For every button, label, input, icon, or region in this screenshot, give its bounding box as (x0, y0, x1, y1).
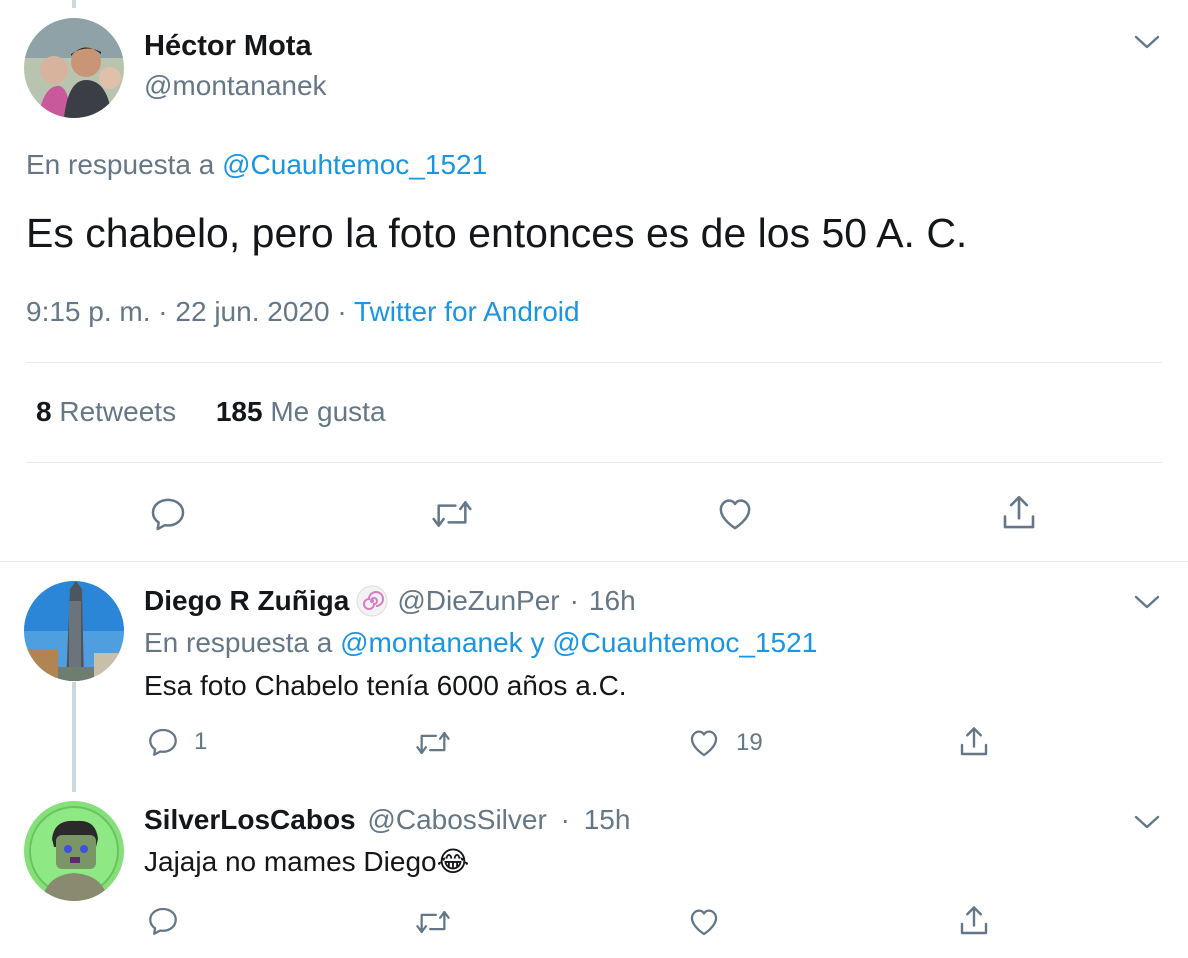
reply-icon (148, 494, 188, 534)
share-button[interactable] (998, 492, 1040, 534)
author-name[interactable]: Diego R Zuñiga (144, 585, 349, 617)
likes-label: Me gusta (270, 396, 386, 427)
chevron-down-icon[interactable] (1134, 34, 1160, 55)
thread-line-reply (72, 682, 76, 792)
thread-line-top (72, 0, 76, 8)
tweet-text: Esa foto Chabelo tenía 6000 años a.C. (144, 670, 627, 701)
like-button[interactable] (714, 494, 756, 534)
retweet-icon (430, 494, 474, 534)
retweet-icon (414, 726, 452, 760)
avatar[interactable] (24, 581, 124, 681)
reply-count: 1 (194, 728, 208, 755)
likes-stat[interactable]: 185 Me gusta (216, 396, 386, 427)
share-icon (956, 903, 992, 939)
reply-header: SilverLosCabos @CabosSilver · 15h (144, 804, 630, 836)
retweet-icon (414, 905, 452, 939)
tweet-text: Es chabelo, pero la foto entonces es de … (26, 210, 968, 256)
reply-to-link[interactable]: @Cuauhtemoc_1521 (222, 149, 487, 180)
reply-icon (146, 725, 180, 759)
like-button[interactable]: 19 (686, 726, 763, 760)
divider (0, 561, 1188, 562)
divider (26, 362, 1162, 363)
retweets-label: Retweets (59, 396, 177, 427)
laughing-emoji: 😂 (436, 846, 470, 877)
divider (26, 462, 1162, 463)
reply-prefix: En respuesta a (144, 627, 333, 658)
tweet-time[interactable]: 15h (584, 804, 631, 835)
reply-header: Diego R Zuñiga @DieZunPer · 16h (144, 584, 636, 618)
engagement-stats: 8 Retweets 185 Me gusta (36, 396, 386, 428)
retweet-button[interactable] (430, 494, 474, 534)
heart-icon (714, 494, 756, 534)
tweet-text: Jajaja no mames Diego (144, 846, 437, 877)
chevron-down-icon[interactable] (1134, 814, 1160, 835)
author-handle[interactable]: @montananek (144, 70, 327, 102)
reply-context: En respuesta a @montananek y @Cuauhtemoc… (144, 627, 817, 659)
tweet-date[interactable]: 22 jun. 2020 (175, 296, 329, 327)
heart-icon (686, 726, 722, 760)
meta-separator: · (337, 296, 347, 327)
reply-to-link[interactable]: @montananek (340, 627, 523, 658)
chevron-down-icon[interactable] (1134, 594, 1160, 615)
meta-separator: · (560, 804, 570, 835)
author-handle[interactable]: @CabosSilver (367, 804, 546, 835)
retweet-button[interactable] (414, 726, 452, 760)
share-icon (998, 492, 1040, 534)
reply-prefix: En respuesta a (26, 149, 215, 180)
tweet-source-link[interactable]: Twitter for Android (354, 296, 580, 327)
share-button[interactable] (956, 724, 992, 760)
retweets-count: 8 (36, 396, 52, 427)
retweet-button[interactable] (414, 905, 452, 939)
like-button[interactable] (686, 905, 722, 939)
avatar[interactable] (24, 801, 124, 901)
avatar[interactable] (24, 18, 124, 118)
meta-separator: · (569, 585, 579, 616)
reply-button[interactable] (148, 494, 188, 534)
heart-icon (686, 905, 722, 939)
author-name[interactable]: SilverLosCabos (144, 804, 356, 835)
share-icon (956, 724, 992, 760)
reply-icon (146, 904, 180, 938)
reply-context: En respuesta a @Cuauhtemoc_1521 (26, 149, 487, 181)
reply-button[interactable] (146, 904, 180, 938)
reply-button[interactable]: 1 (146, 725, 207, 759)
tweet-time[interactable]: 16h (589, 585, 636, 617)
likes-count: 185 (215, 396, 263, 427)
author-handle[interactable]: @DieZunPer (397, 585, 559, 617)
tweet-text-line: Jajaja no mames Diego😂 (144, 845, 469, 878)
share-button[interactable] (956, 903, 992, 939)
author-name[interactable]: Héctor Mota (144, 30, 312, 63)
reply-joiner: y (530, 627, 545, 658)
meta-separator: · (158, 296, 168, 327)
spiral-badge-icon (355, 584, 389, 618)
retweets-stat[interactable]: 8 Retweets (36, 396, 184, 427)
tweet-time[interactable]: 9:15 p. m. (26, 296, 151, 327)
like-count: 19 (736, 729, 763, 756)
reply-to-link[interactable]: @Cuauhtemoc_1521 (552, 627, 817, 658)
tweet-meta: 9:15 p. m. · 22 jun. 2020 · Twitter for … (26, 296, 580, 328)
